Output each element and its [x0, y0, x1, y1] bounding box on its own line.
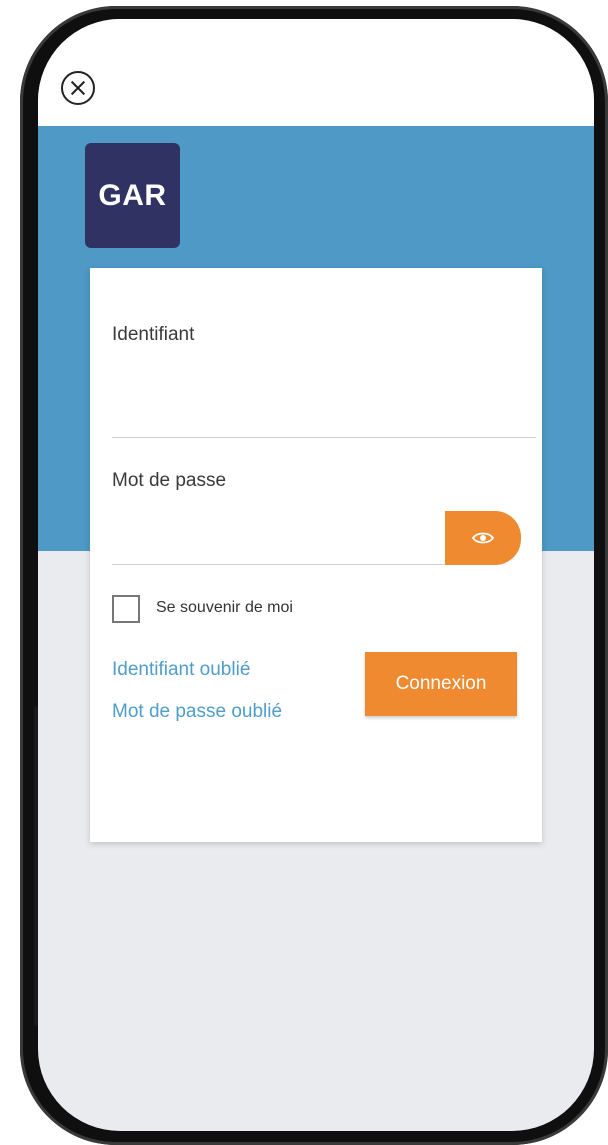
identifier-label: Identifiant [112, 324, 195, 345]
gar-logo: GAR [85, 143, 180, 248]
forgot-identifier-link[interactable]: Identifiant oublié [112, 659, 250, 681]
password-input[interactable] [112, 511, 445, 565]
app-screen: GAR Identifiant Mot de passe Se souvenir… [38, 19, 594, 1131]
remember-me-checkbox[interactable] [112, 595, 140, 623]
login-card: Identifiant Mot de passe Se souvenir de … [90, 268, 542, 842]
password-label: Mot de passe [112, 470, 227, 491]
forgot-password-link[interactable]: Mot de passe oublié [112, 701, 282, 723]
identifier-input[interactable] [112, 372, 536, 438]
connexion-button[interactable]: Connexion [365, 652, 517, 716]
show-password-button[interactable] [445, 511, 521, 565]
eye-icon [472, 532, 494, 544]
remember-me-label: Se souvenir de moi [156, 599, 293, 616]
top-bar [38, 19, 594, 126]
close-icon[interactable] [61, 71, 95, 105]
